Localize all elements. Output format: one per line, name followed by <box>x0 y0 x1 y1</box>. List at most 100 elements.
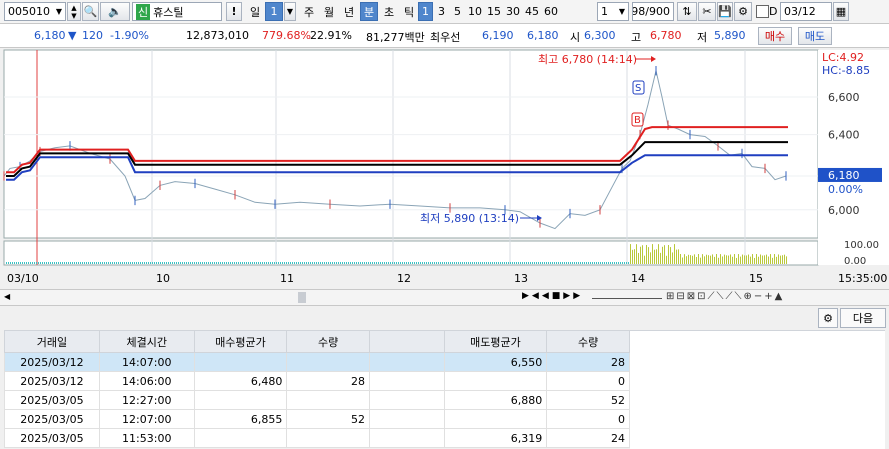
split-icon[interactable]: ⇅ <box>677 2 697 21</box>
volume-bar <box>212 262 213 264</box>
minute-tab-3[interactable]: 3 <box>434 2 449 21</box>
scroll-thumb[interactable] <box>298 292 306 303</box>
alert-button[interactable]: ! <box>226 2 242 21</box>
volume-bar <box>736 257 737 264</box>
volume-bar <box>404 262 405 264</box>
volume-bar <box>40 262 41 264</box>
chart-scrollbar[interactable]: ◀ ▶◀◀■▶▶ ⊞⊟⊠⊡⟋⟍⟋⟍⊕−+▲ <box>0 289 889 306</box>
d-checkbox[interactable] <box>756 5 769 18</box>
volume-bar <box>86 262 87 264</box>
table-cell: 2025/03/05 <box>4 409 100 429</box>
volume-bar <box>356 262 357 264</box>
period-tab-5[interactable]: 틱 <box>400 2 418 21</box>
gear-icon[interactable]: ⚙ <box>818 308 838 328</box>
volume-bar <box>320 262 321 264</box>
zoom-slider[interactable] <box>592 298 662 299</box>
volume-bar <box>746 255 747 264</box>
credit-badge: 신 <box>136 3 151 20</box>
stock-code-input[interactable]: 005010 ▼ <box>4 2 66 21</box>
chart-tool-icons[interactable]: ⊞⊟⊠⊡⟋⟍⟋⟍⊕−+▲ <box>666 291 784 302</box>
period-tab-0[interactable]: 주 <box>300 2 318 21</box>
volume-bar <box>452 262 453 264</box>
minute-tab-10[interactable]: 10 <box>466 2 484 21</box>
minute-tab-1[interactable]: 1 <box>418 2 433 21</box>
volume-bar <box>528 262 529 264</box>
search-button[interactable]: 🔍 <box>82 2 99 21</box>
table-row[interactable]: 2025/03/12 14:06:00 6,480 28 0 <box>4 371 630 391</box>
volume-bar <box>106 262 107 264</box>
scissors-icon[interactable]: ✂ <box>698 2 716 21</box>
gear-icon[interactable]: ⚙ <box>734 2 752 21</box>
period-tab-3[interactable]: 분 <box>360 2 378 21</box>
period-tab-2[interactable]: 년 <box>340 2 358 21</box>
minute-tab-45[interactable]: 45 <box>523 2 541 21</box>
volume-bar <box>338 262 339 264</box>
table-cell: 12:27:00 <box>98 390 195 410</box>
table-row[interactable]: 2025/03/05 12:07:00 6,855 52 0 <box>4 409 630 429</box>
volume-bar <box>276 262 277 264</box>
dropdown-arrow-icon[interactable]: ▼ <box>56 7 62 16</box>
volume-bar <box>60 262 61 264</box>
volume-bar <box>82 262 83 264</box>
dropdown-arrow-icon[interactable]: ▼ <box>619 7 625 16</box>
column-header[interactable] <box>369 330 445 353</box>
column-header[interactable]: 수량 <box>286 330 370 353</box>
column-header[interactable]: 매도평균가 <box>443 330 548 353</box>
table-row[interactable]: 2025/03/05 11:53:00 6,319 24 <box>4 428 630 448</box>
volume-bar <box>402 262 403 264</box>
volume-bar <box>598 262 599 264</box>
volume-bar <box>602 262 603 264</box>
price-chart[interactable]: 6,600 6,400 6,000 6,180 0.00% LC:4.92 HC:-8.85… <box>0 48 889 288</box>
stock-name-field[interactable]: 신 휴스틸 <box>132 2 222 21</box>
period-type[interactable]: 일 <box>246 2 264 21</box>
volume-bar <box>242 262 243 264</box>
period-num[interactable]: 1 <box>265 2 283 21</box>
best-bid: 6,180 <box>527 29 559 42</box>
code-spin-button[interactable]: ▲ ▼ <box>67 2 81 21</box>
playback-controls[interactable]: ▶◀◀■▶▶ <box>522 291 583 301</box>
data-count: 398/900 <box>632 2 674 21</box>
next-button[interactable]: 다음 <box>840 308 886 328</box>
minute-tab-60[interactable]: 60 <box>542 2 560 21</box>
volume-bar <box>120 262 121 264</box>
volume-bar <box>150 262 151 264</box>
turnover: 22.91% <box>310 29 352 42</box>
table-cell <box>193 352 288 372</box>
buy-button[interactable]: 매수 <box>758 27 792 45</box>
volume-bar <box>326 262 327 264</box>
minute-tab-30[interactable]: 30 <box>504 2 522 21</box>
volume-bar <box>702 254 703 264</box>
volume-bar <box>254 262 255 264</box>
date-input[interactable]: 03/12 <box>780 2 832 21</box>
table-cell: 6,855 <box>193 409 288 429</box>
table-row[interactable]: 2025/03/12 14:07:00 6,550 28 <box>4 352 630 372</box>
table-cell: 6,550 <box>443 352 548 372</box>
volume-bar <box>562 262 563 264</box>
buy-marker-label: B <box>634 115 641 126</box>
column-header[interactable]: 체결시간 <box>98 330 195 353</box>
minute-tab-15[interactable]: 15 <box>485 2 503 21</box>
period-tab-4[interactable]: 초 <box>380 2 398 21</box>
sell-button[interactable]: 매도 <box>798 27 832 45</box>
volume-bar <box>286 262 287 264</box>
period-dropdown[interactable]: ▼ <box>284 2 296 21</box>
table-cell <box>369 352 445 372</box>
save-icon[interactable]: 💾 <box>717 2 733 21</box>
calendar-icon[interactable]: ▦ <box>833 2 849 21</box>
volume-bar <box>730 254 731 264</box>
volume-bar <box>520 262 521 264</box>
spin-input[interactable]: 1 ▼ <box>597 2 629 21</box>
volume-bar <box>556 262 557 264</box>
column-header[interactable]: 거래일 <box>4 330 100 353</box>
volume-bar <box>434 262 435 264</box>
high-price: 6,780 <box>650 29 682 42</box>
column-header[interactable]: 매수평균가 <box>193 330 288 353</box>
volume-bar <box>304 262 305 264</box>
scroll-left-icon[interactable]: ◀ <box>4 292 12 303</box>
minute-tab-5[interactable]: 5 <box>450 2 465 21</box>
sound-button[interactable]: 🔈 <box>100 2 130 21</box>
column-header[interactable]: 수량 <box>546 330 630 353</box>
period-tab-1[interactable]: 월 <box>320 2 338 21</box>
current-price-label: 6,180 <box>828 169 860 182</box>
table-row[interactable]: 2025/03/05 12:27:00 6,880 52 <box>4 390 630 410</box>
